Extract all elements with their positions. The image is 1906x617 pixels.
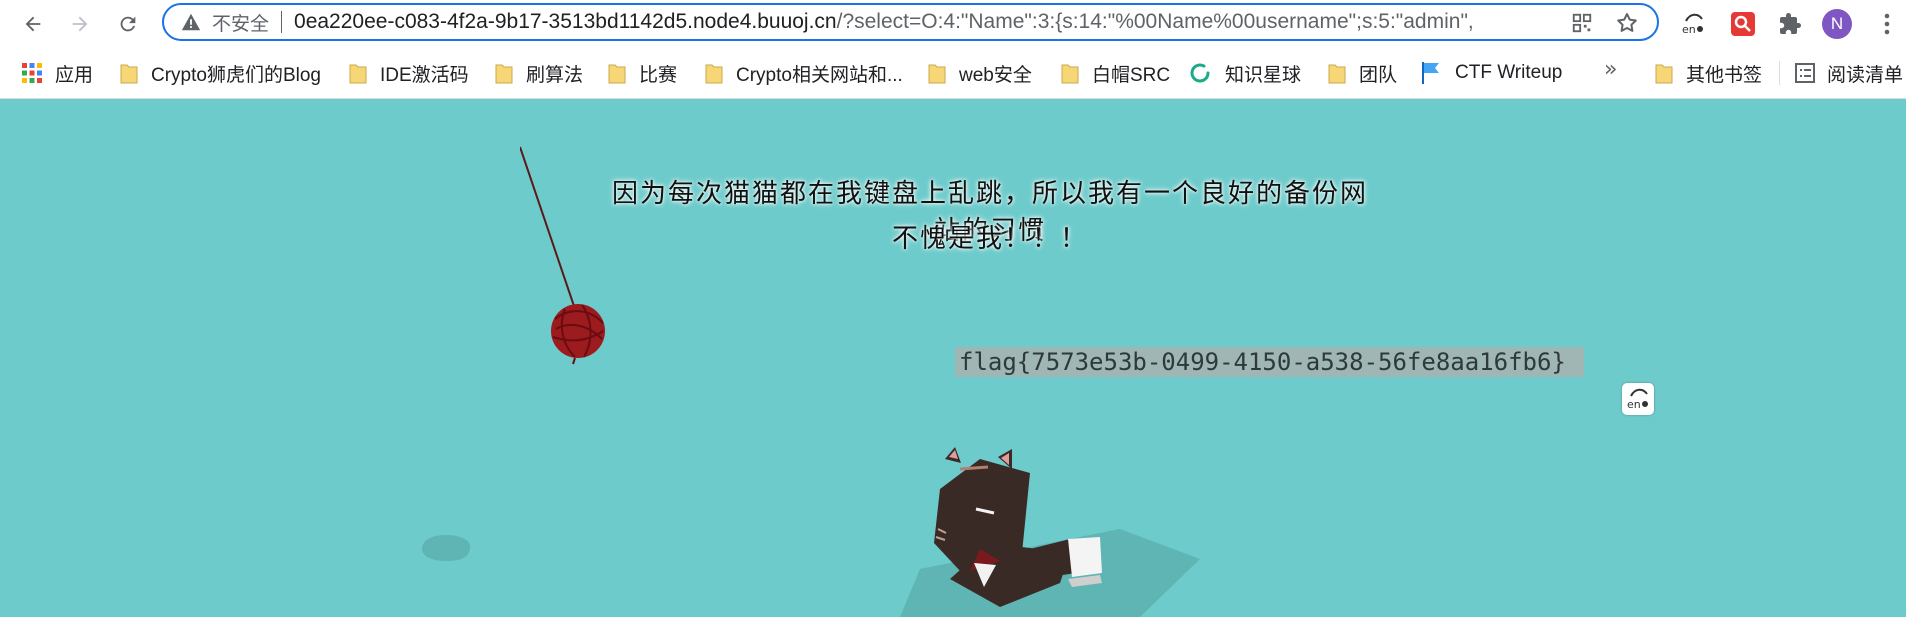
translate-extension-icon[interactable]: en — [1678, 9, 1708, 39]
bookmark-folder-ide[interactable]: IDE激活码 — [349, 58, 469, 88]
translate-popup-button[interactable]: en — [1622, 383, 1654, 415]
folder-icon — [608, 62, 626, 84]
back-button[interactable] — [16, 7, 50, 41]
folder-icon — [120, 62, 138, 84]
svg-text:en: en — [1682, 23, 1696, 36]
bookmark-folder-crypto-sites[interactable]: Crypto相关网站和... — [705, 58, 903, 88]
folder-icon — [705, 62, 723, 84]
bookmark-folder-web-security[interactable]: web安全 — [928, 58, 1032, 88]
folder-icon — [928, 62, 946, 84]
bookmark-folder-whitehat-src[interactable]: 白帽SRC — [1061, 58, 1170, 88]
bookmarks-divider — [1779, 61, 1780, 85]
folder-icon — [1328, 62, 1346, 84]
omnibox-separator — [281, 11, 283, 33]
browser-menu-button[interactable] — [1872, 9, 1902, 39]
browser-toolbar: 不安全 0ea220ee-c083-4f2a-9b17-3513bd1142d5… — [0, 0, 1906, 47]
other-bookmarks-folder[interactable]: 其他书签 — [1655, 58, 1762, 88]
bookmark-label: web安全 — [959, 64, 1032, 86]
address-bar[interactable]: 不安全 0ea220ee-c083-4f2a-9b17-3513bd1142d5… — [162, 3, 1659, 41]
cat-illustration — [900, 447, 1200, 617]
reading-list-icon — [1795, 63, 1815, 83]
bookmark-label: 应用 — [55, 64, 94, 86]
bookmark-label: Crypto狮虎们的Blog — [151, 64, 321, 86]
reload-button[interactable] — [111, 7, 145, 41]
svg-text:en: en — [1627, 398, 1641, 411]
bookmark-label: 知识星球 — [1225, 64, 1302, 86]
page-content: 因为每次猫猫都在我键盘上乱跳，所以我有一个良好的备份网站的习惯 不愧是我！！！ … — [0, 99, 1906, 617]
translate-icon: en — [1627, 388, 1648, 411]
bookmark-label: 阅读清单 — [1827, 64, 1904, 86]
profile-avatar[interactable]: N — [1822, 9, 1852, 39]
bookmark-label: 比赛 — [639, 64, 678, 86]
back-arrow-icon — [25, 16, 41, 32]
folder-icon — [1061, 62, 1079, 84]
bookmark-zsxq[interactable]: 知识星球 — [1188, 58, 1301, 88]
avatar: N — [1822, 9, 1852, 39]
url-text[interactable]: 0ea220ee-c083-4f2a-9b17-3513bd1142d5.nod… — [294, 10, 1548, 34]
bookmark-apps[interactable]: 应用 — [22, 58, 93, 88]
bookmark-label: 刷算法 — [526, 64, 584, 86]
bookmark-label: 白帽SRC — [1092, 64, 1171, 86]
bookmark-label: IDE激活码 — [380, 64, 469, 86]
folder-icon — [1655, 62, 1673, 84]
reload-icon — [120, 16, 136, 32]
bookmark-star-icon[interactable] — [1614, 10, 1640, 36]
bookmarks-bar: 应用 Crypto狮虎们的Blog IDE激活码 刷算法 比赛 Crypto相关… — [0, 47, 1906, 99]
bookmark-folder-crypto-blog[interactable]: Crypto狮虎们的Blog — [120, 58, 321, 88]
bookmarks-overflow-button[interactable]: » — [1604, 57, 1617, 82]
page-message-line2: 不愧是我！！！ — [891, 224, 1088, 254]
folder-icon — [349, 62, 367, 84]
search-extension-icon[interactable] — [1728, 9, 1758, 39]
url-path: /?select=O:4:"Name":3:{s:14:"%00Name%00u… — [836, 10, 1474, 33]
bookmark-label: 团队 — [1359, 64, 1398, 86]
bookmark-folder-team[interactable]: 团队 — [1328, 58, 1397, 88]
folder-icon — [495, 62, 513, 84]
flag-text[interactable]: flag{7573e53b-0499-4150-a538-56fe8aa16fb… — [955, 347, 1584, 377]
bookmark-folder-algorithms[interactable]: 刷算法 — [495, 58, 583, 88]
flag-icon — [1422, 62, 1439, 84]
extensions-puzzle-icon[interactable] — [1775, 9, 1805, 39]
reading-list-button[interactable]: 阅读清单 — [1795, 58, 1903, 88]
ball-shadow — [422, 535, 471, 561]
url-host: 0ea220ee-c083-4f2a-9b17-3513bd1142d5.nod… — [294, 10, 837, 33]
forward-button[interactable] — [63, 7, 97, 41]
bookmark-ctf-writeup[interactable]: CTF Writeup — [1420, 58, 1562, 88]
bookmark-folder-contests[interactable]: 比赛 — [608, 58, 677, 88]
apps-grid-icon — [22, 63, 42, 83]
not-secure-warning-icon — [181, 13, 201, 31]
not-secure-label[interactable]: 不安全 — [212, 9, 269, 36]
qr-code-icon[interactable] — [1569, 10, 1595, 36]
zsxq-icon — [1190, 63, 1210, 83]
bookmark-label: Crypto相关网站和... — [736, 64, 903, 86]
forward-arrow-icon — [72, 16, 88, 32]
bookmark-label: CTF Writeup — [1455, 62, 1563, 83]
bookmark-label: 其他书签 — [1686, 64, 1763, 86]
kebab-menu-icon — [1884, 13, 1890, 35]
